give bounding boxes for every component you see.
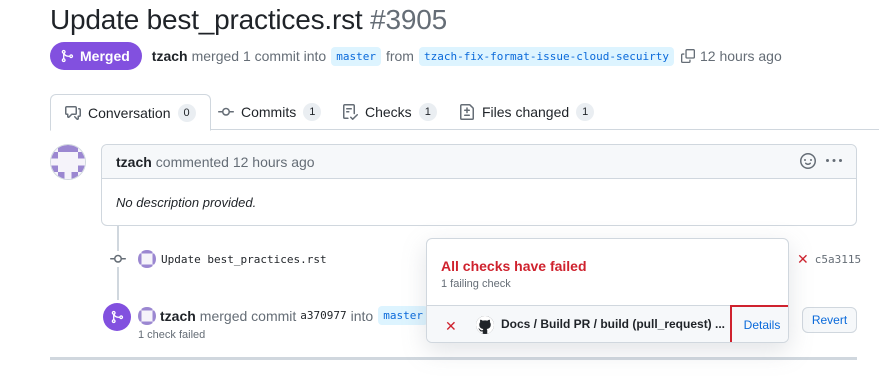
merge-text: merged commit: [199, 307, 297, 324]
check-fail-x-icon: ✕: [445, 318, 457, 334]
merge-author[interactable]: tzach: [160, 308, 196, 324]
comment-actions: [800, 153, 842, 169]
merge-author-avatar[interactable]: [138, 306, 156, 325]
commit-sha-link[interactable]: c5a3115: [815, 253, 861, 266]
pr-author-link[interactable]: tzach: [152, 48, 188, 64]
comment-body: No description provided.: [116, 195, 257, 210]
revert-button[interactable]: Revert: [802, 307, 857, 333]
merged-label: Merged: [80, 48, 130, 64]
tab-files-changed[interactable]: Files changed 1: [445, 94, 608, 130]
tab-checks[interactable]: Checks 1: [328, 94, 451, 130]
pr-tabs: Conversation 0 Commits 1 Checks 1 Files …: [50, 94, 879, 131]
checks-popover-subtitle: 1 failing check: [441, 278, 511, 290]
kebab-menu-icon[interactable]: [826, 153, 842, 169]
comment-author[interactable]: tzach: [116, 154, 152, 170]
comment-header: tzach commented 12 hours ago: [102, 145, 856, 179]
tab-conversation-count: 0: [177, 103, 196, 122]
tab-commits-count: 1: [303, 103, 322, 121]
base-branch-label[interactable]: master: [331, 46, 381, 66]
pr-title: Update best_practices.rst #3905: [50, 4, 447, 36]
tab-commits[interactable]: Commits 1: [204, 94, 335, 130]
failing-check-name: Docs / Build PR / build (pull_request) .…: [501, 317, 726, 331]
tab-files-changed-count: 1: [576, 103, 595, 121]
details-highlight: Details: [730, 305, 788, 342]
copy-icon[interactable]: [681, 49, 695, 63]
failing-check-row: ✕ Docs / Build PR / build (pull_request)…: [427, 305, 788, 342]
comment-box: tzach commented 12 hours ago No descript…: [101, 144, 857, 226]
timeline-divider: [50, 357, 857, 360]
pr-time: 12 hours ago: [700, 48, 782, 64]
commit-author-avatar[interactable]: [138, 250, 156, 268]
checks-popover: All checks have failed 1 failing check ✕…: [426, 238, 789, 343]
comment-action: commented 12 hours ago: [155, 153, 315, 170]
pr-number: #3905: [370, 4, 447, 35]
tab-files-changed-label: Files changed: [482, 104, 570, 120]
commit-fail-x-icon[interactable]: ✕: [797, 251, 809, 268]
merge-into-text: into: [350, 307, 374, 324]
git-merge-icon: [61, 49, 74, 63]
tab-conversation-label: Conversation: [88, 104, 171, 121]
head-branch-label[interactable]: tzach-fix-format-issue-cloud-secuirty: [418, 46, 674, 66]
tab-conversation[interactable]: Conversation 0: [50, 94, 211, 131]
pr-title-text: Update best_practices.rst: [50, 4, 363, 35]
from-text: from: [385, 48, 414, 64]
merge-event: tzach merged commit a370977 into master …: [138, 306, 449, 325]
conversation-icon: [65, 105, 81, 120]
commit-node-icon: [110, 251, 126, 267]
commit-message-link[interactable]: Update best_practices.rst: [161, 253, 327, 266]
timeline-commit: Update best_practices.rst: [110, 250, 327, 268]
tab-checks-count: 1: [418, 103, 437, 121]
tab-commits-label: Commits: [241, 104, 297, 120]
merged-state-badge: Merged: [50, 42, 142, 70]
merge-branch-label[interactable]: master: [378, 306, 428, 325]
commit-icon: [218, 107, 234, 116]
merge-check-status[interactable]: 1 check failed: [138, 329, 205, 341]
checklist-icon: [343, 104, 358, 120]
merge-event-badge: [103, 303, 131, 331]
git-merge-icon: [111, 310, 124, 324]
checks-popover-title: All checks have failed: [441, 258, 587, 274]
details-link[interactable]: Details: [744, 318, 781, 332]
tab-checks-label: Checks: [365, 104, 412, 120]
merge-summary: merged 1 commit into: [191, 48, 327, 64]
merge-commit-sha[interactable]: a370977: [300, 309, 346, 322]
file-diff-icon: [460, 104, 474, 120]
github-logo-icon: [476, 316, 494, 334]
smiley-icon[interactable]: [800, 153, 816, 169]
commit-status: ✕ c5a3115: [797, 251, 861, 268]
comment-author-avatar[interactable]: [50, 144, 86, 180]
identicon-avatar-icon: [51, 145, 85, 179]
pr-meta: Merged tzach merged 1 commit into master…: [50, 42, 782, 70]
